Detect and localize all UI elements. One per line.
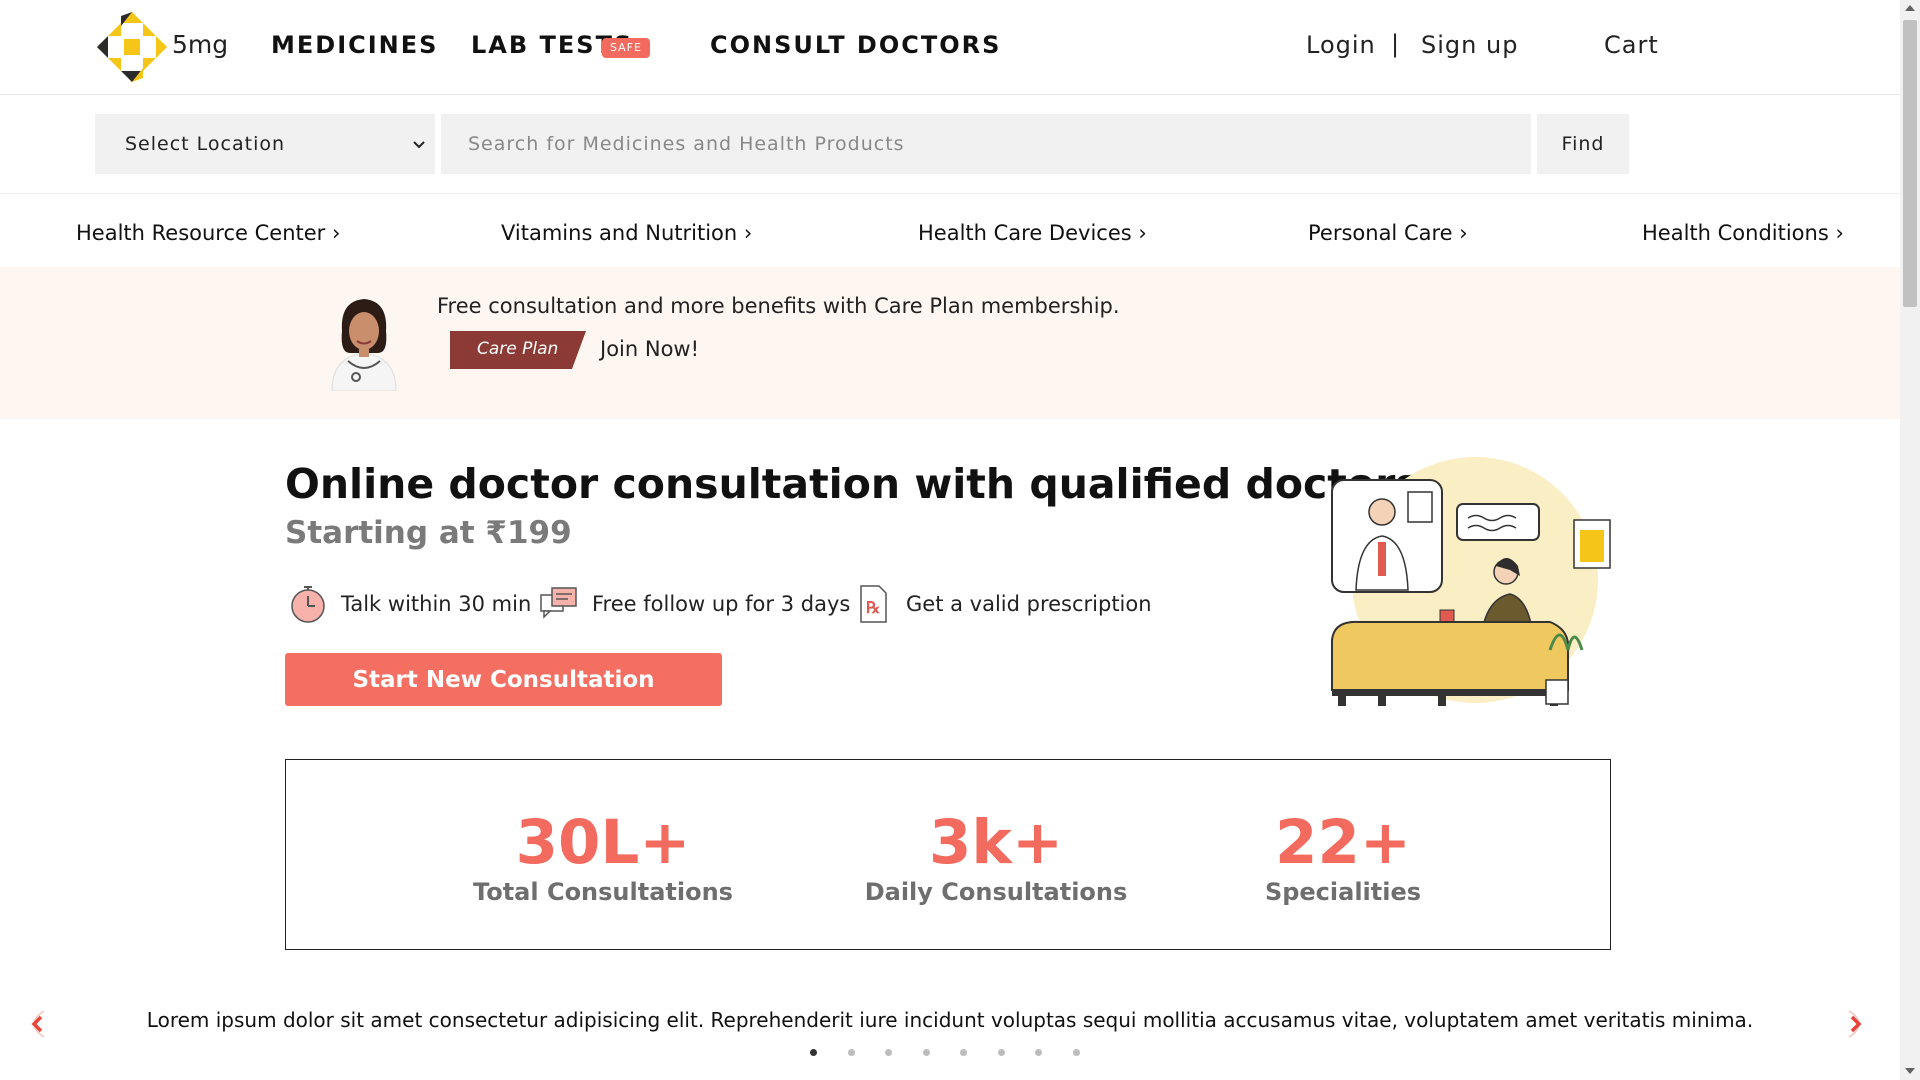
join-now-link[interactable]: Join Now! xyxy=(600,337,699,361)
logo-icon[interactable] xyxy=(97,12,167,82)
stats-box: 30L+ Total Consultations 3k+ Daily Consu… xyxy=(285,759,1611,950)
carousel-dot[interactable] xyxy=(1072,1049,1080,1056)
carousel-dot[interactable] xyxy=(960,1049,967,1056)
feature-label: Get a valid prescription xyxy=(906,592,1152,616)
care-plan-tag: Care Plan xyxy=(450,331,586,369)
consultation-illustration xyxy=(1331,457,1611,706)
chevron-down-icon xyxy=(413,141,425,149)
login-link[interactable]: Login xyxy=(1306,31,1376,59)
prescription-icon: ℞ xyxy=(860,585,887,623)
feature-label: Talk within 30 min xyxy=(341,592,532,616)
category-health-care-devices[interactable]: Health Care Devices › xyxy=(918,221,1147,245)
price-subtitle: Starting at ₹199 xyxy=(285,515,572,551)
feature-label: Free follow up for 3 days xyxy=(592,592,851,616)
location-select-label: Select Location xyxy=(125,133,286,155)
care-plan-tag-label: Care Plan xyxy=(477,339,559,359)
feature-prescription: ℞ Get a valid prescription xyxy=(852,582,1152,626)
page-title: Online doctor consultation with qualifie… xyxy=(285,460,1420,508)
stat-total-consultations: 30L+ Total Consultations xyxy=(453,807,753,907)
category-vitamins-nutrition[interactable]: Vitamins and Nutrition › xyxy=(501,221,752,245)
brand-name[interactable]: 5mg xyxy=(172,30,228,59)
location-select[interactable]: Select Location xyxy=(95,114,435,174)
cart-link[interactable]: Cart xyxy=(1604,31,1659,59)
page: 5mg MEDICINES LAB TESTS SAFE CONSULT DOC… xyxy=(0,0,1900,1080)
stat-label: Specialities xyxy=(1264,878,1422,906)
carousel-dot[interactable] xyxy=(997,1049,1005,1056)
nav-consult-doctors[interactable]: CONSULT DOCTORS xyxy=(710,31,1001,59)
carousel-dot[interactable] xyxy=(1035,1049,1042,1056)
stat-value: 30L+ xyxy=(515,807,691,878)
banner-message: Free consultation and more benefits with… xyxy=(437,294,1120,318)
carousel-dot[interactable] xyxy=(847,1049,855,1056)
start-consultation-button[interactable]: Start New Consultation xyxy=(285,653,722,706)
doctor-avatar xyxy=(331,299,397,391)
carousel-dot[interactable] xyxy=(922,1049,930,1056)
feature-talk-within: Talk within 30 min xyxy=(287,582,531,626)
search-input[interactable] xyxy=(441,114,1531,174)
search-bar-row: Select Location Find xyxy=(0,95,1900,194)
care-plan-banner: Free consultation and more benefits with… xyxy=(0,267,1900,419)
category-personal-care[interactable]: Personal Care › xyxy=(1308,221,1468,245)
stat-label: Daily Consultations xyxy=(864,878,1128,906)
stat-specialities: 22+ Specialities xyxy=(1193,807,1493,907)
stat-label: Total Consultations xyxy=(473,878,733,906)
category-nav: Health Resource Center › Vitamins and Nu… xyxy=(0,194,1900,266)
carousel-next-icon[interactable] xyxy=(1839,1007,1873,1041)
safe-badge: SAFE xyxy=(602,38,650,58)
signup-link[interactable]: Sign up xyxy=(1421,31,1518,59)
svg-text:℞: ℞ xyxy=(866,598,880,617)
scroll-down-icon[interactable] xyxy=(1905,1068,1915,1074)
scroll-up-icon[interactable] xyxy=(1905,5,1915,11)
stat-value: 3k+ xyxy=(928,807,1064,878)
find-button[interactable]: Find xyxy=(1537,114,1629,174)
feature-follow-up: Free follow up for 3 days xyxy=(538,582,850,626)
category-health-resource-center[interactable]: Health Resource Center › xyxy=(76,221,340,245)
stat-value: 22+ xyxy=(1275,807,1411,878)
alarm-clock-icon xyxy=(291,586,325,623)
stat-daily-consultations: 3k+ Daily Consultations xyxy=(846,807,1146,907)
nav-medicines[interactable]: MEDICINES xyxy=(271,31,438,59)
scrollbar-thumb[interactable] xyxy=(1903,20,1917,307)
carousel-dot[interactable] xyxy=(810,1049,817,1056)
testimonial-text: Lorem ipsum dolor sit amet consectetur a… xyxy=(146,1008,1754,1032)
auth-separator: | xyxy=(1391,30,1400,58)
carousel-dot[interactable] xyxy=(885,1049,892,1056)
chat-followup-icon xyxy=(540,587,577,619)
top-navbar: 5mg MEDICINES LAB TESTS SAFE CONSULT DOC… xyxy=(0,0,1900,95)
category-health-conditions[interactable]: Health Conditions › xyxy=(1642,221,1844,245)
